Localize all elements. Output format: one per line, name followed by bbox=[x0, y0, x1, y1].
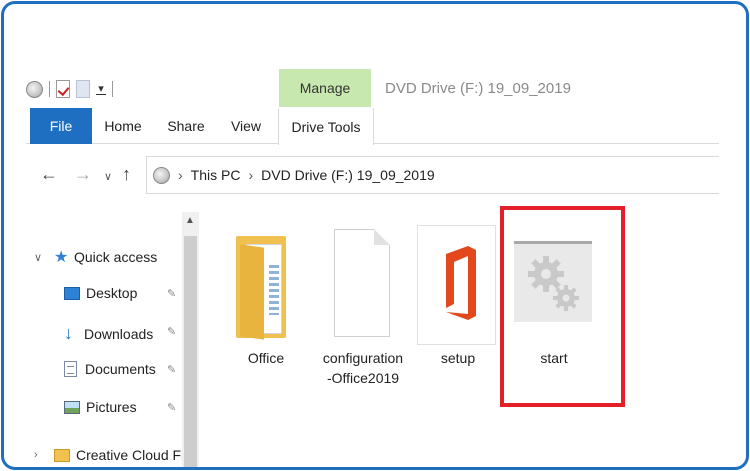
nav-item-documents[interactable]: Documents bbox=[64, 361, 156, 377]
pictures-icon bbox=[64, 400, 80, 414]
tab-file[interactable]: File bbox=[30, 108, 92, 144]
dvd-drive-icon[interactable] bbox=[26, 80, 43, 98]
nav-item-quick-access[interactable]: ∨ ★ Quick access bbox=[34, 247, 157, 267]
nav-item-label: Quick access bbox=[74, 249, 158, 265]
toolbar-separator bbox=[112, 81, 113, 97]
address-bar[interactable]: › This PC › DVD Drive (F:) 19_09_2019 bbox=[146, 156, 719, 194]
nav-item-label: Creative Cloud Fil bbox=[76, 447, 188, 463]
toolbar-separator bbox=[49, 81, 50, 97]
star-icon: ★ bbox=[54, 249, 69, 266]
folder-front bbox=[240, 244, 264, 340]
pin-icon[interactable]: ✎ bbox=[167, 287, 176, 300]
file-name: setup bbox=[440, 350, 476, 366]
tab-view[interactable]: View bbox=[218, 108, 274, 144]
tab-drive-tools[interactable]: Drive Tools bbox=[278, 108, 374, 145]
new-folder-icon[interactable] bbox=[76, 80, 90, 98]
dvd-drive-icon bbox=[153, 166, 170, 184]
download-arrow-icon: ↓ bbox=[64, 323, 73, 343]
manage-contextual-tab[interactable]: Manage bbox=[279, 69, 371, 107]
tab-share[interactable]: Share bbox=[154, 108, 218, 144]
file-name: Office bbox=[247, 350, 285, 366]
pin-icon[interactable]: ✎ bbox=[167, 401, 176, 414]
up-arrow-icon[interactable]: ↑ bbox=[122, 164, 131, 185]
highlight-box bbox=[500, 206, 625, 407]
chevron-right-icon[interactable]: › bbox=[34, 449, 54, 461]
breadcrumb-chevron-icon[interactable]: › bbox=[178, 167, 183, 183]
breadcrumb-chevron-icon[interactable]: › bbox=[248, 167, 253, 183]
window-frame: ▾ Manage DVD Drive (F:) 19_09_2019 File … bbox=[1, 1, 749, 470]
pin-icon[interactable]: ✎ bbox=[167, 363, 176, 376]
nav-item-desktop[interactable]: Desktop bbox=[64, 285, 137, 301]
navigation-bar: ← → ∨ ↑ › This PC › DVD Drive (F:) 19_09… bbox=[26, 154, 719, 196]
nav-item-pictures[interactable]: Pictures bbox=[64, 399, 137, 415]
documents-icon bbox=[64, 361, 77, 377]
nav-item-creative-cloud[interactable]: › Creative Cloud Fil bbox=[34, 447, 187, 463]
pin-icon[interactable]: ✎ bbox=[167, 325, 176, 338]
nav-item-label: Pictures bbox=[86, 399, 137, 415]
forward-arrow-icon[interactable]: → bbox=[74, 164, 92, 185]
page-fold bbox=[374, 229, 390, 245]
quick-access-toolbar: ▾ bbox=[26, 76, 113, 102]
scrollbar-thumb[interactable] bbox=[184, 236, 197, 467]
customize-toolbar-icon[interactable]: ▾ bbox=[96, 83, 106, 95]
nav-item-label: Downloads bbox=[84, 325, 154, 342]
nav-item-label: Desktop bbox=[86, 285, 138, 301]
window-title: DVD Drive (F:) 19_09_2019 bbox=[385, 80, 571, 97]
ribbon-tabs: File Home Share View Drive Tools bbox=[26, 108, 719, 145]
breadcrumb-dvd-drive[interactable]: DVD Drive (F:) 19_09_2019 bbox=[261, 167, 435, 183]
scroll-up-icon[interactable]: ▲ bbox=[185, 215, 195, 226]
nav-item-downloads[interactable]: ↓ Downloads bbox=[64, 323, 153, 344]
breadcrumb-this-pc[interactable]: This PC bbox=[191, 167, 241, 183]
folder-icon[interactable] bbox=[236, 236, 290, 340]
tab-home[interactable]: Home bbox=[92, 108, 154, 144]
back-arrow-icon[interactable]: ← bbox=[40, 164, 58, 185]
folder-icon bbox=[54, 448, 70, 462]
nav-item-label: Documents bbox=[85, 361, 156, 377]
setup-tile[interactable] bbox=[417, 225, 496, 345]
office-logo-icon bbox=[446, 246, 476, 320]
properties-icon[interactable] bbox=[56, 80, 70, 98]
navigation-pane: ∨ ★ Quick access Desktop ↓ Downloads Doc… bbox=[26, 209, 201, 467]
recent-locations-icon[interactable]: ∨ bbox=[104, 170, 112, 183]
chevron-down-icon[interactable]: ∨ bbox=[34, 251, 54, 264]
document-icon[interactable] bbox=[334, 229, 390, 337]
file-name: configuration -Office2019 bbox=[322, 350, 404, 386]
desktop-icon bbox=[64, 286, 80, 300]
